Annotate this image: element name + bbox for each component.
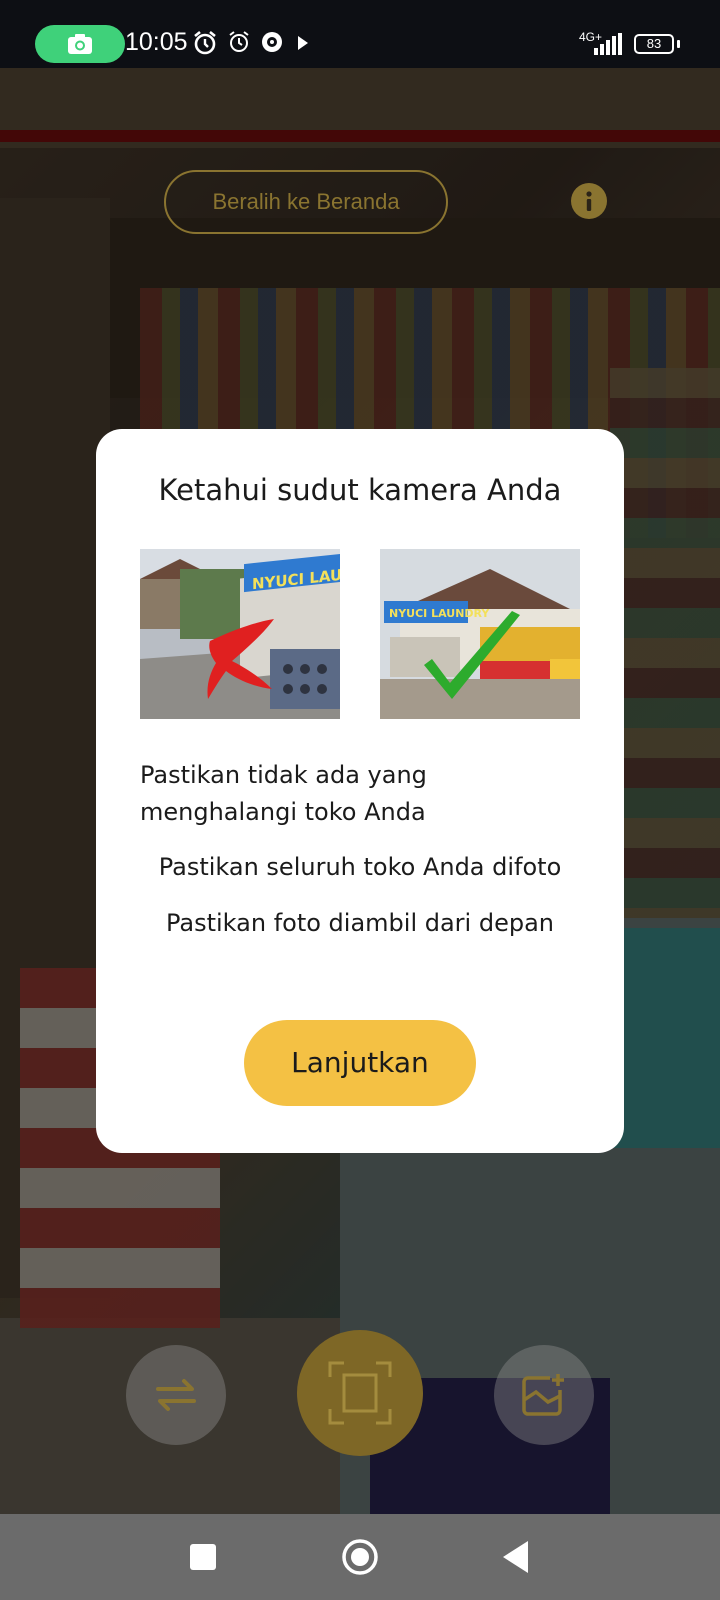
switch-camera-button[interactable]	[126, 1345, 226, 1445]
clock: 10:05	[125, 28, 188, 56]
shutter-frame-icon	[328, 1361, 392, 1425]
switch-to-home-button[interactable]: Beralih ke Beranda	[164, 170, 448, 234]
alarm-clock-icon	[229, 31, 249, 52]
recent-apps-icon[interactable]	[190, 1544, 216, 1570]
back-icon[interactable]	[502, 1540, 530, 1574]
navigation-bar	[0, 1514, 720, 1600]
screen-record-indicator[interactable]	[35, 25, 125, 63]
continue-button[interactable]: Lanjutkan	[244, 1020, 476, 1106]
battery-indicator: 83	[634, 34, 674, 54]
gallery-button[interactable]	[494, 1345, 594, 1445]
example-good-photo: NYUCI LAUNDRY	[380, 549, 580, 719]
camera-icon	[68, 34, 92, 54]
camera-angle-dialog: Ketahui sudut kamera Anda NYUCI LAU NYUC…	[96, 429, 624, 1153]
gallery-add-icon	[522, 1374, 564, 1416]
alarm-icon	[194, 30, 216, 55]
home-icon[interactable]	[341, 1538, 379, 1576]
play-icon	[298, 36, 308, 50]
info-icon	[586, 191, 592, 211]
tip-whole-store: Pastikan seluruh toko Anda difoto	[158, 853, 562, 881]
app-notification-icon	[262, 32, 282, 52]
capture-button[interactable]	[297, 1330, 423, 1456]
status-bar: 10:05 4G+ 83	[0, 0, 720, 68]
switch-camera-icon	[156, 1379, 196, 1411]
tip-front-view: Pastikan foto diambil dari depan	[165, 909, 554, 937]
info-button[interactable]	[571, 183, 607, 219]
dialog-title: Ketahui sudut kamera Anda	[158, 473, 562, 507]
example-good-sign: NYUCI LAUNDRY	[389, 607, 490, 620]
tip-no-obstruction: Pastikan tidak ada yang menghalangi toko…	[140, 761, 427, 826]
example-bad-photo: NYUCI LAU	[140, 549, 340, 719]
battery-cap	[677, 40, 680, 48]
signal-icon	[594, 33, 622, 55]
